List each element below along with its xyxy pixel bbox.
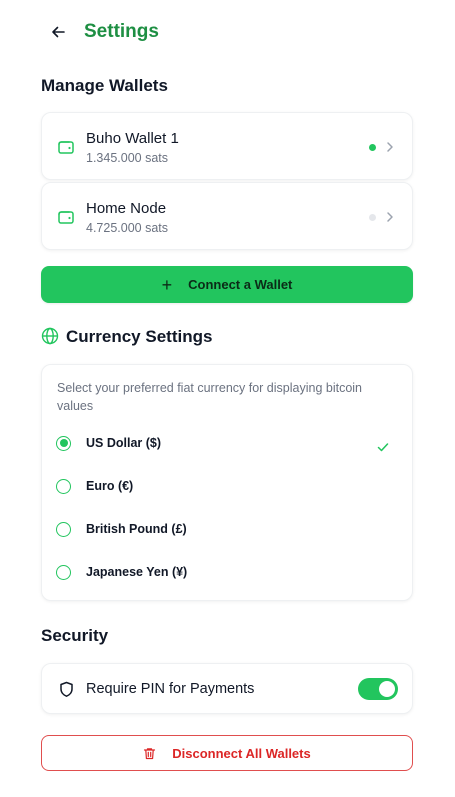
globe-icon — [41, 327, 59, 345]
currency-option-eur[interactable]: Euro (€) — [56, 474, 396, 498]
currency-option-jpy[interactable]: Japanese Yen (¥) — [56, 560, 396, 584]
trash-icon — [144, 747, 156, 759]
wallet-item-home-node[interactable]: Home Node 4.725.000 sats — [41, 182, 413, 250]
toggle-knob — [379, 681, 395, 697]
security-title: Security — [41, 626, 109, 645]
chevron-right-icon — [387, 142, 393, 152]
page-title: Settings — [84, 21, 159, 42]
currency-option-label: Euro (€) — [86, 479, 134, 493]
wallet-name: Buho Wallet 1 — [86, 130, 179, 147]
disconnect-all-wallets-button[interactable]: Disconnect All Wallets — [41, 735, 413, 771]
currency-option-label: US Dollar ($) — [86, 436, 162, 450]
currency-option-label: Japanese Yen (¥) — [86, 565, 188, 579]
currency-option-label: British Pound (£) — [86, 522, 187, 536]
arrow-left-icon — [52, 26, 65, 38]
wallet-icon — [58, 211, 74, 224]
back-button[interactable] — [46, 20, 70, 44]
require-pin-label: Require PIN for Payments — [86, 681, 255, 697]
manage-wallets-title: Manage Wallets — [41, 76, 168, 95]
currency-option-gbp[interactable]: British Pound (£) — [56, 517, 396, 541]
disconnect-all-label: Disconnect All Wallets — [172, 745, 311, 761]
wallet-balance: 1.345.000 sats — [86, 151, 169, 165]
active-status-dot — [369, 144, 376, 151]
currency-settings-title: Currency Settings — [66, 327, 213, 346]
currency-settings-card: Select your preferred fiat currency for … — [41, 364, 413, 601]
header: Settings — [0, 0, 455, 66]
shield-icon — [60, 681, 73, 697]
currency-option-usd[interactable]: US Dollar ($) — [56, 431, 396, 455]
inactive-status-dot — [369, 214, 376, 221]
wallet-icon — [58, 141, 74, 154]
connect-wallet-label: Connect a Wallet — [188, 277, 293, 292]
wallet-balance: 4.725.000 sats — [86, 221, 169, 235]
require-pin-toggle[interactable] — [358, 678, 398, 700]
wallet-name: Home Node — [86, 200, 167, 217]
check-icon — [377, 443, 389, 452]
require-pin-row: Require PIN for Payments — [41, 663, 413, 714]
radio-selected[interactable] — [56, 435, 71, 451]
plus-icon: + — [161, 274, 173, 295]
radio-unselected[interactable] — [56, 564, 71, 580]
currency-description: Select your preferred fiat currency for … — [57, 381, 363, 413]
connect-wallet-button[interactable]: + Connect a Wallet — [41, 266, 413, 303]
radio-unselected[interactable] — [56, 478, 71, 494]
radio-unselected[interactable] — [56, 521, 71, 537]
wallet-item-buho-wallet-1[interactable]: Buho Wallet 1 1.345.000 sats — [41, 112, 413, 180]
chevron-right-icon — [387, 212, 393, 222]
